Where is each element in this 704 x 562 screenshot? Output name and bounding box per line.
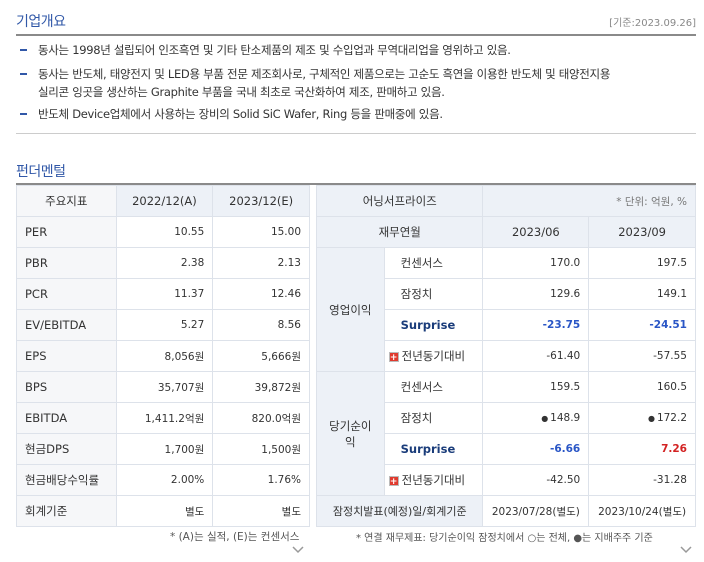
fundamental-title: 펀더멘털 bbox=[16, 164, 66, 180]
unit-note: * 단위: 억원, % bbox=[482, 185, 696, 217]
filled-dot-icon: ● bbox=[647, 414, 655, 423]
table-row: EBITDA 1,411.2억원 820.0억원 bbox=[16, 402, 310, 434]
earnings-title: 어닝서프라이즈 bbox=[315, 185, 484, 217]
table-row: 현금배당수익률 2.00% 1.76% bbox=[16, 464, 310, 496]
table-row: PBR 2.38 2.13 bbox=[16, 247, 310, 279]
group-label: 영업이익 bbox=[316, 247, 385, 372]
divider bbox=[16, 34, 696, 36]
fundamental-footnote: * (A)는 실적, (E)는 컨센서스 bbox=[170, 531, 300, 543]
group-label: 당기순이익 bbox=[316, 371, 385, 496]
col-header: 2023/09 bbox=[588, 216, 696, 248]
table-row: 영업이익 컨센서스 170.0 197.5 bbox=[316, 247, 696, 372]
col-header: 재무연월 bbox=[315, 216, 484, 248]
plus-icon[interactable]: + bbox=[388, 475, 399, 487]
col-header: 2022/12(A) bbox=[115, 185, 214, 217]
plus-icon[interactable]: + bbox=[388, 351, 399, 363]
earnings-table: 어닝서프라이즈 * 단위: 억원, % 재무연월 2023/06 2023/09… bbox=[315, 185, 696, 527]
overview-bullet: 반도체 Device업체에서 사용하는 장비의 Solid SiC Wafer,… bbox=[20, 104, 692, 124]
chevron-down-icon[interactable] bbox=[680, 546, 692, 554]
col-header: 2023/06 bbox=[482, 216, 590, 248]
table-row: 현금DPS 1,700원 1,500원 bbox=[16, 433, 310, 465]
earnings-footnote: * 연결 재무제표: 당기순이익 잠정치에서 ○는 전체, ●는 지배주주 기준 bbox=[356, 533, 653, 544]
fundamental-table: 주요지표 2022/12(A) 2023/12(E) PER 10.55 15.00… bbox=[16, 185, 310, 527]
overview-title: 기업개요 bbox=[16, 14, 66, 30]
table-row: 회계기준 별도 별도 bbox=[16, 495, 310, 527]
col-header: 주요지표 bbox=[16, 185, 117, 217]
table-row: PER 10.55 15.00 bbox=[16, 216, 310, 248]
table-row: 당기순이익 컨센서스 159.5 160.5 bbox=[316, 371, 696, 496]
overview-bullet: 동사는 1998년 설립되어 인조흑연 및 기타 탄소제품의 제조 및 수입업과… bbox=[20, 40, 692, 60]
table-row: PCR 11.37 12.46 bbox=[16, 278, 310, 310]
col-header: 2023/12(E) bbox=[212, 185, 310, 217]
overview-bullet-cont: 실리콘 잉곳을 생산하는 Graphite 부품을 국내 최초로 국산화하여 제… bbox=[38, 85, 445, 99]
overview-bullet: 동사는 반도체, 태양전지 및 LED용 부품 전문 제조회사로, 구체적인 제… bbox=[20, 64, 692, 84]
filled-dot-icon: ● bbox=[541, 414, 549, 423]
chevron-down-icon[interactable] bbox=[292, 546, 304, 554]
table-row: EV/EBITDA 5.27 8.56 bbox=[16, 309, 310, 341]
expand-yoy-button[interactable]: + 전년동기대비 bbox=[383, 464, 484, 496]
table-row: BPS 35,707원 39,872원 bbox=[16, 371, 310, 403]
expand-yoy-button[interactable]: + 전년동기대비 bbox=[383, 340, 484, 372]
table-row: EPS 8,056원 5,666원 bbox=[16, 340, 310, 372]
table-row: 잠정치발표(예정)일/회계기준 2023/07/28(별도) 2023/10/2… bbox=[315, 495, 696, 527]
overview-date: [기준:2023.09.26] bbox=[609, 18, 696, 29]
divider bbox=[16, 133, 696, 134]
